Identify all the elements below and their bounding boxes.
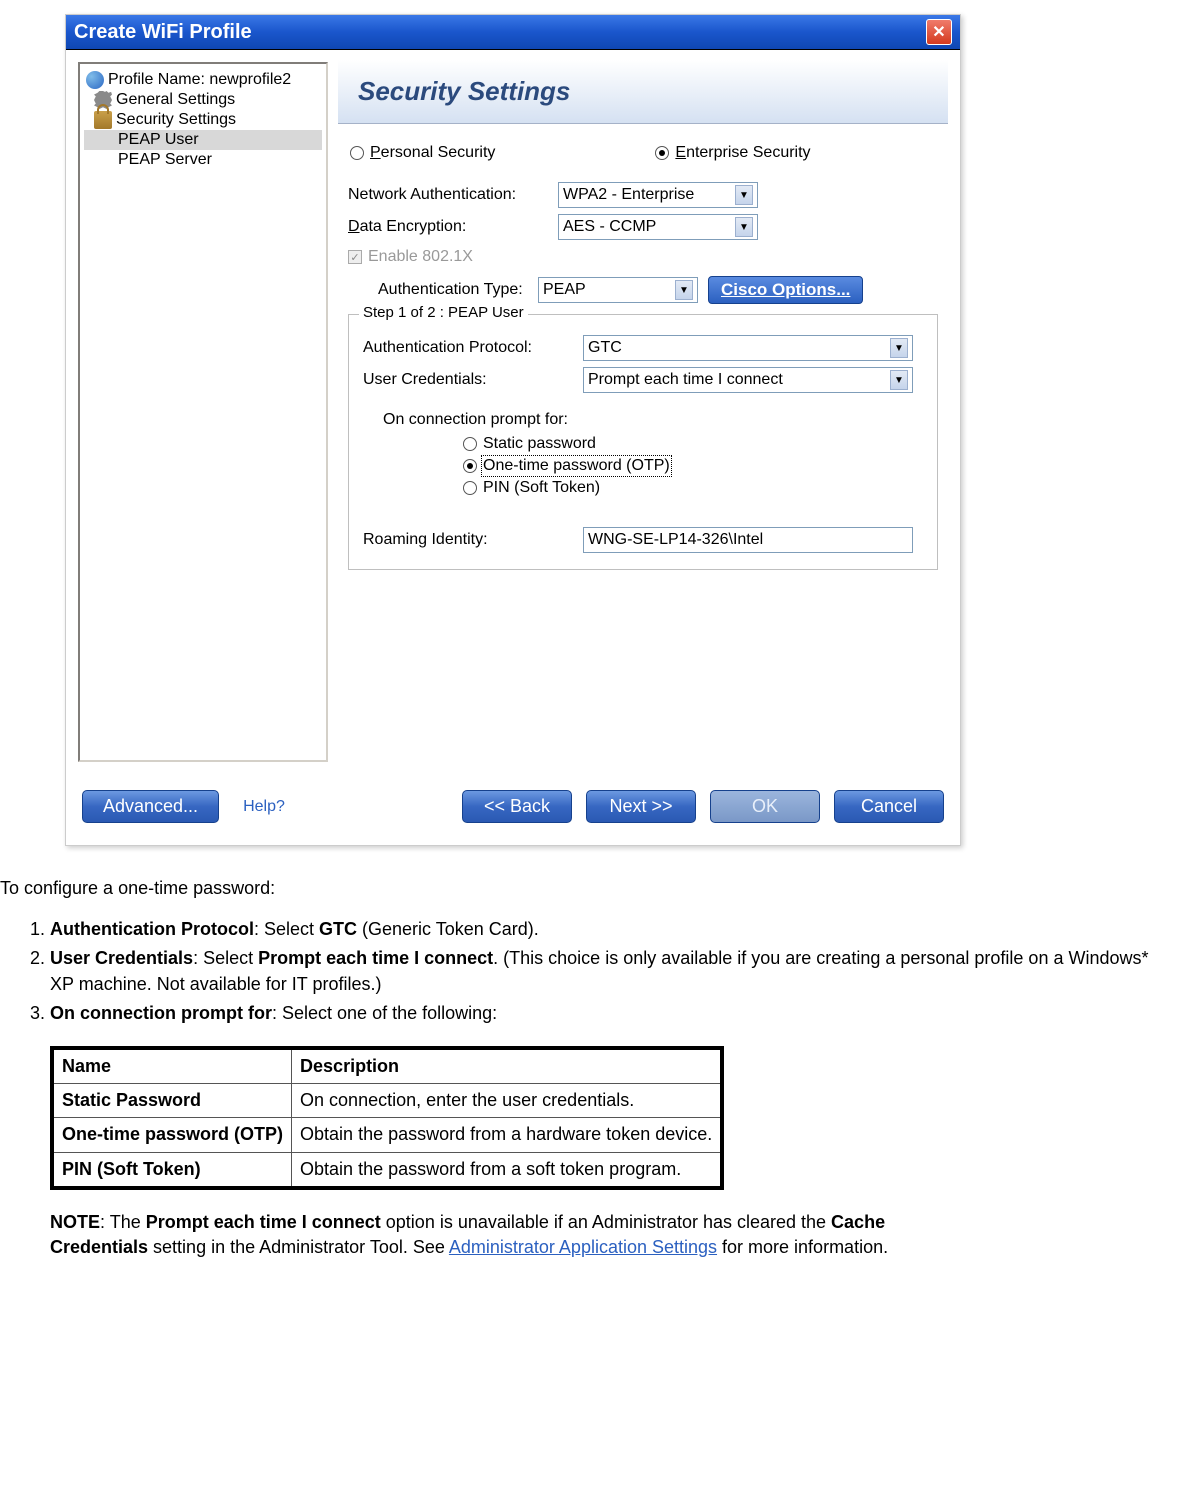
nav-tree: Profile Name: newprofile2 General Settin… xyxy=(78,62,328,762)
prompt-options-table: Name Description Static Password On conn… xyxy=(50,1046,724,1190)
doc-intro: To configure a one-time password: xyxy=(0,876,1174,901)
table-row: PIN (Soft Token) Obtain the password fro… xyxy=(52,1152,722,1188)
lock-icon xyxy=(94,111,112,129)
radio-pin-soft-token[interactable]: PIN (Soft Token) xyxy=(463,479,923,497)
label-data-encryption: Data Encryption: xyxy=(348,218,558,236)
input-roaming-identity[interactable]: WNG-SE-LP14-326\Intel xyxy=(583,527,913,553)
radio-icon xyxy=(350,146,364,160)
panel-header: Security Settings xyxy=(338,60,948,124)
radio-icon xyxy=(463,481,477,495)
globe-icon xyxy=(86,71,104,89)
radio-icon xyxy=(463,459,477,473)
radio-static-password[interactable]: Static password xyxy=(463,435,923,453)
admin-settings-link[interactable]: Administrator Application Settings xyxy=(449,1237,717,1257)
label-auth-protocol: Authentication Protocol: xyxy=(363,339,583,357)
doc-steps: Authentication Protocol: Select GTC (Gen… xyxy=(50,917,1174,1026)
doc-step-3: On connection prompt for: Select one of … xyxy=(50,1001,1174,1026)
checkbox-enable-8021x: ✓ Enable 802.1X xyxy=(348,248,938,266)
radio-icon xyxy=(655,146,669,160)
label-user-credentials: User Credentials: xyxy=(363,371,583,389)
doc-step-2: User Credentials: Select Prompt each tim… xyxy=(50,946,1174,996)
radio-icon xyxy=(463,437,477,451)
advanced-button[interactable]: Advanced... xyxy=(82,790,219,823)
page-title: Security Settings xyxy=(358,76,928,107)
doc-note: NOTE: The Prompt each time I connect opt… xyxy=(50,1210,940,1260)
group-legend: Step 1 of 2 : PEAP User xyxy=(359,304,528,321)
next-button[interactable]: Next >> xyxy=(586,790,696,823)
chevron-down-icon: ▼ xyxy=(890,338,908,358)
ok-button[interactable]: OK xyxy=(710,790,820,823)
select-auth-protocol[interactable]: GTC ▼ xyxy=(583,335,913,361)
radio-enterprise-security[interactable]: Enterprise Security xyxy=(655,144,810,162)
close-icon[interactable]: ✕ xyxy=(926,19,952,45)
chevron-down-icon: ▼ xyxy=(735,217,753,237)
tree-peap-user[interactable]: PEAP User xyxy=(84,130,322,150)
radio-otp[interactable]: One-time password (OTP) xyxy=(463,457,923,475)
label-roaming-identity: Roaming Identity: xyxy=(363,531,583,549)
label-prompt-for: On connection prompt for: xyxy=(383,411,923,429)
table-header-row: Name Description xyxy=(52,1048,722,1084)
label-auth-type: Authentication Type: xyxy=(348,281,538,299)
tree-general-settings[interactable]: General Settings xyxy=(84,90,322,110)
tree-peap-server[interactable]: PEAP Server xyxy=(84,150,322,170)
label-network-auth: Network Authentication: xyxy=(348,186,558,204)
back-button[interactable]: << Back xyxy=(462,790,572,823)
cisco-options-button[interactable]: Cisco Options... xyxy=(708,276,863,304)
table-row: Static Password On connection, enter the… xyxy=(52,1084,722,1118)
select-auth-type[interactable]: PEAP ▼ xyxy=(538,277,698,303)
peap-user-group: Step 1 of 2 : PEAP User Authentication P… xyxy=(348,314,938,570)
table-row: One-time password (OTP) Obtain the passw… xyxy=(52,1118,722,1152)
select-user-credentials[interactable]: Prompt each time I connect ▼ xyxy=(583,367,913,393)
select-data-encryption[interactable]: AES - CCMP ▼ xyxy=(558,214,758,240)
chevron-down-icon: ▼ xyxy=(890,370,908,390)
cancel-button[interactable]: Cancel xyxy=(834,790,944,823)
wifi-profile-dialog: Create WiFi Profile ✕ Profile Name: newp… xyxy=(65,14,961,846)
titlebar: Create WiFi Profile ✕ xyxy=(66,15,960,50)
chevron-down-icon: ▼ xyxy=(735,185,753,205)
select-network-auth[interactable]: WPA2 - Enterprise ▼ xyxy=(558,182,758,208)
help-link[interactable]: Help? xyxy=(243,798,285,816)
doc-step-1: Authentication Protocol: Select GTC (Gen… xyxy=(50,917,1174,942)
radio-personal-security[interactable]: Personal Security xyxy=(350,144,495,162)
tree-security-settings[interactable]: Security Settings xyxy=(84,110,322,130)
tree-profile-root[interactable]: Profile Name: newprofile2 xyxy=(84,70,322,90)
checkbox-icon: ✓ xyxy=(348,250,362,264)
chevron-down-icon: ▼ xyxy=(675,280,693,300)
window-title: Create WiFi Profile xyxy=(74,21,252,44)
